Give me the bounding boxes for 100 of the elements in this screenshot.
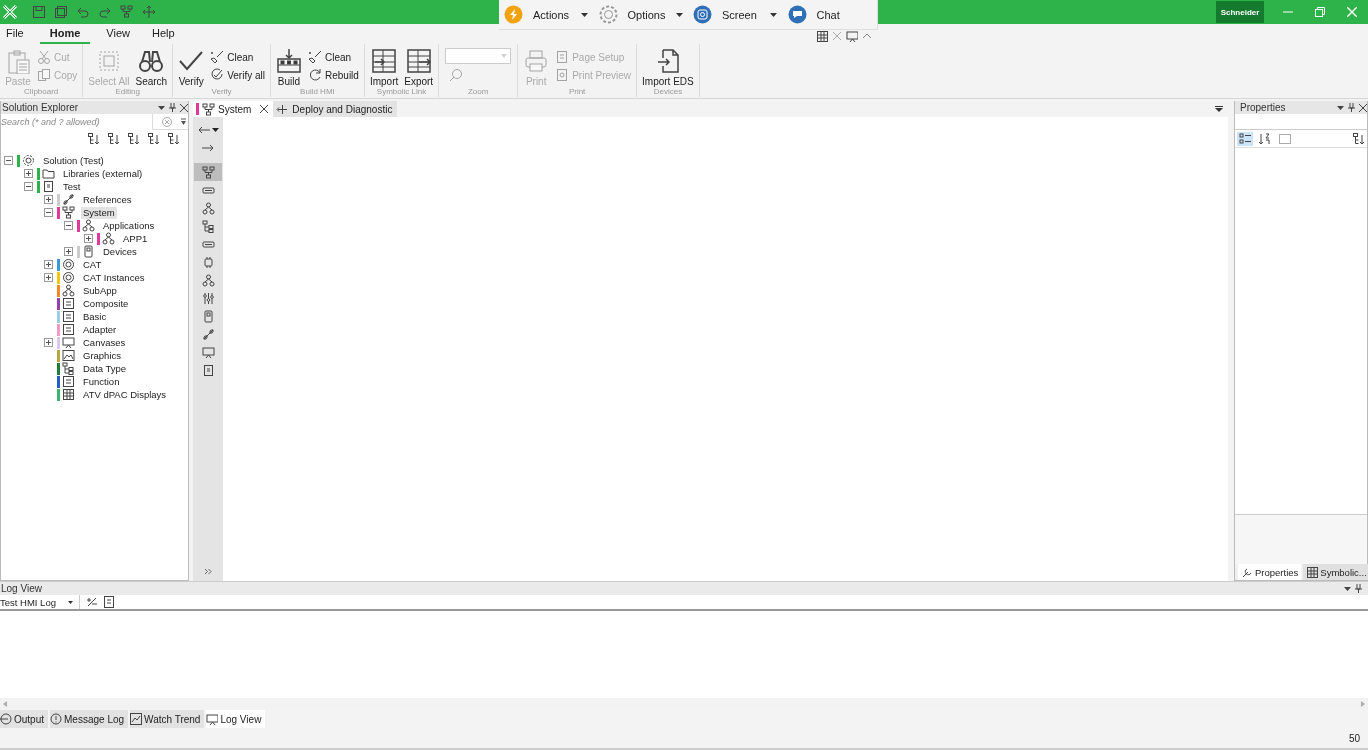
ribbon-button[interactable]: Verify [176, 44, 207, 87]
tree-item[interactable]: Function [81, 375, 122, 388]
panel-tab[interactable]: Log View [206, 710, 266, 728]
minus-box-icon[interactable] [4, 156, 13, 165]
tree-item[interactable]: Devices [101, 245, 139, 258]
panel-tab[interactable]: Symbolic... [1303, 564, 1368, 580]
panel-tab[interactable]: Message Log [50, 710, 129, 728]
view-button[interactable] [1237, 131, 1253, 146]
nodes-icon [62, 284, 75, 297]
chat-icon [787, 5, 807, 24]
tree-item[interactable]: CAT [81, 258, 104, 271]
log-dropdown[interactable]: Test HMI Log [0, 595, 80, 609]
tool-button[interactable] [194, 163, 222, 181]
grid-icon[interactable] [816, 30, 828, 42]
plus-box-icon[interactable] [44, 195, 53, 204]
pin-icon[interactable] [1348, 103, 1355, 112]
tree-item[interactable]: ATV dPAC Displays [81, 388, 169, 401]
tree-item[interactable]: Solution (Test) [41, 154, 106, 167]
restore-icon[interactable] [1315, 7, 1325, 17]
clear-icon[interactable] [86, 596, 98, 608]
menu-tab[interactable]: File [0, 27, 30, 44]
ribbon-button[interactable]: Clean [306, 50, 361, 64]
dropdown-icon[interactable] [158, 105, 165, 110]
close-icon[interactable] [180, 103, 188, 112]
tree-item[interactable]: Applications [101, 219, 157, 232]
dropdown-icon[interactable] [181, 118, 186, 125]
plus-box-icon[interactable] [64, 247, 73, 256]
tree-item[interactable]: Graphics [81, 349, 123, 362]
toolbar-button[interactable]: Chat [816, 8, 865, 21]
toolbar-button[interactable]: Options [627, 8, 676, 21]
ribbon-button[interactable]: Verify all [208, 68, 267, 82]
back-arrow-icon[interactable] [197, 126, 210, 134]
toolbar-button[interactable]: Screen [722, 8, 770, 21]
ribbon-button[interactable]: Build [274, 44, 304, 87]
tree-item[interactable]: Test [61, 180, 83, 193]
tree-item[interactable]: Libraries (external) [61, 167, 145, 180]
undo-icon[interactable] [76, 5, 90, 19]
tree-item[interactable]: APP1 [121, 232, 150, 245]
group-label: Build HMI [299, 87, 336, 97]
alert-icon [50, 713, 63, 725]
dropdown-icon[interactable] [1344, 586, 1351, 591]
panel-tab[interactable]: Watch Trend [130, 710, 205, 728]
editor-tab[interactable]: System [193, 101, 274, 117]
floppies-icon[interactable] [54, 5, 68, 19]
ribbon-button[interactable]: Rebuild [306, 68, 361, 82]
panel-tab[interactable]: Output [0, 710, 49, 728]
minus-box-icon[interactable] [44, 208, 53, 217]
tree-item[interactable]: SubApp [81, 284, 119, 297]
plus-box-icon[interactable] [84, 234, 93, 243]
caret-icon[interactable] [581, 12, 588, 17]
tree-item[interactable]: CAT Instances [81, 271, 147, 284]
view-button[interactable] [1256, 131, 1272, 146]
close-icon[interactable] [1359, 103, 1367, 112]
expand-all-icon[interactable] [88, 133, 100, 145]
ribbon-button[interactable]: Import [367, 44, 401, 87]
ribbon-button[interactable]: Clean [208, 50, 267, 64]
ribbon-button[interactable]: Export [402, 44, 436, 87]
tree-item[interactable]: Adapter [81, 323, 119, 336]
plus-box-icon[interactable] [44, 273, 53, 282]
tree-item[interactable]: Basic [81, 310, 109, 323]
redo-icon[interactable] [98, 5, 112, 19]
tree-item[interactable]: System [81, 206, 117, 219]
block-icon [62, 310, 75, 323]
plus-box-icon[interactable] [44, 260, 53, 269]
tree-item[interactable]: References [81, 193, 134, 206]
plus-box-icon[interactable] [44, 338, 53, 347]
grid-icon [1306, 566, 1319, 578]
forward-arrow-icon[interactable] [202, 144, 214, 152]
dropdown-icon[interactable] [1337, 105, 1344, 110]
toolbar-button[interactable]: Actions [533, 8, 581, 21]
network-icon[interactable] [120, 5, 134, 19]
close-icon[interactable] [260, 105, 269, 113]
plus-box-icon[interactable] [24, 169, 33, 178]
chevron-right-icon[interactable] [204, 568, 212, 575]
panel-tab[interactable]: Properties [1238, 564, 1302, 580]
tab-list-icon[interactable] [1215, 105, 1223, 113]
expand-all-icon[interactable] [1353, 132, 1365, 145]
ribbon-button[interactable]: Import EDS [640, 44, 696, 87]
pin-icon[interactable] [1355, 584, 1362, 593]
monitor-icon [206, 713, 219, 725]
caret-icon[interactable] [675, 12, 683, 17]
caret-icon[interactable] [211, 128, 219, 132]
move-icon[interactable] [142, 5, 156, 19]
minus-box-icon[interactable] [64, 221, 73, 230]
menu-tab[interactable]: Help [145, 27, 181, 44]
menu-tab[interactable]: View [100, 27, 136, 44]
grid-icon [62, 388, 75, 401]
tree-item[interactable]: Composite [81, 297, 131, 310]
device-icon [201, 309, 215, 323]
check-circle-icon [210, 68, 225, 82]
caret-icon[interactable] [770, 12, 777, 17]
floppy-icon[interactable] [32, 5, 46, 19]
minus-box-icon[interactable] [24, 182, 33, 191]
tree-item[interactable]: Data Type [81, 362, 129, 375]
tree-item[interactable]: Canvases [81, 336, 128, 349]
pin-icon[interactable] [169, 103, 176, 112]
export-log-icon[interactable] [104, 596, 116, 608]
ribbon-button[interactable]: Search [133, 44, 170, 87]
monitor-icon[interactable] [846, 30, 858, 42]
editor-tab[interactable]: Deploy and Diagnostic [273, 101, 398, 117]
